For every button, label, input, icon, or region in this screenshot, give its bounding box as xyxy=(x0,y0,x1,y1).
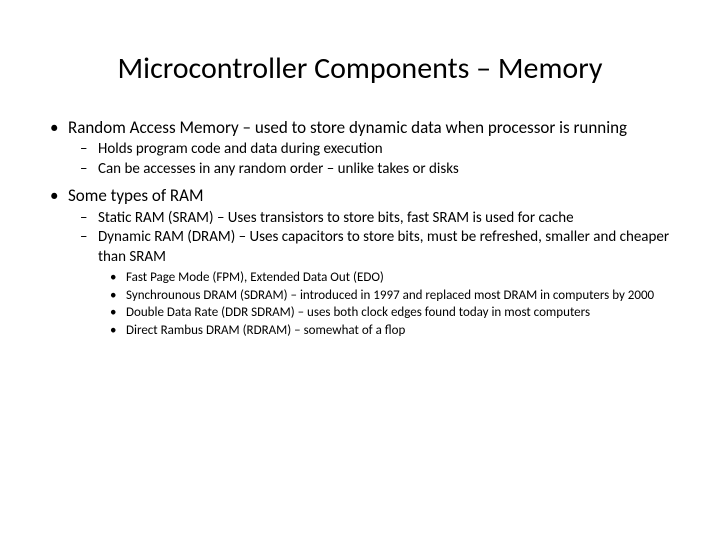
list-item: Some types of RAM Static RAM (SRAM) – Us… xyxy=(40,185,680,339)
bullet-list-lvl2: Static RAM (SRAM) – Uses transistors to … xyxy=(68,209,680,340)
slide-title: Microcontroller Components – Memory xyxy=(40,50,680,87)
bullet-text: Double Data Rate (DDR SDRAM) – uses both… xyxy=(126,305,590,320)
bullet-text: Direct Rambus DRAM (RDRAM) – somewhat of… xyxy=(126,323,405,338)
bullet-list-lvl3: Fast Page Mode (FPM), Extended Data Out … xyxy=(98,269,680,339)
bullet-list-lvl2: Holds program code and data during execu… xyxy=(68,140,680,179)
bullet-text: Synchrounous DRAM (SDRAM) – introduced i… xyxy=(126,288,654,303)
bullet-list-lvl1: Random Access Memory – used to store dyn… xyxy=(40,117,680,339)
bullet-text: Dynamic RAM (DRAM) – Uses capacitors to … xyxy=(98,228,669,266)
bullet-text: Some types of RAM xyxy=(68,185,204,206)
bullet-text: Holds program code and data during execu… xyxy=(98,140,383,158)
list-item: Static RAM (SRAM) – Uses transistors to … xyxy=(68,209,680,229)
list-item: Direct Rambus DRAM (RDRAM) – somewhat of… xyxy=(98,322,680,340)
list-item: Random Access Memory – used to store dyn… xyxy=(40,117,680,179)
list-item: Can be accesses in any random order – un… xyxy=(68,160,680,180)
list-item: Synchrounous DRAM (SDRAM) – introduced i… xyxy=(98,287,680,305)
list-item: Double Data Rate (DDR SDRAM) – uses both… xyxy=(98,304,680,322)
list-item: Holds program code and data during execu… xyxy=(68,140,680,160)
bullet-text: Random Access Memory – used to store dyn… xyxy=(68,117,627,138)
bullet-text: Can be accesses in any random order – un… xyxy=(98,160,459,178)
list-item: Fast Page Mode (FPM), Extended Data Out … xyxy=(98,269,680,287)
bullet-text: Fast Page Mode (FPM), Extended Data Out … xyxy=(126,270,384,285)
bullet-text: Static RAM (SRAM) – Uses transistors to … xyxy=(98,209,574,227)
list-item: Dynamic RAM (DRAM) – Uses capacitors to … xyxy=(68,228,680,339)
